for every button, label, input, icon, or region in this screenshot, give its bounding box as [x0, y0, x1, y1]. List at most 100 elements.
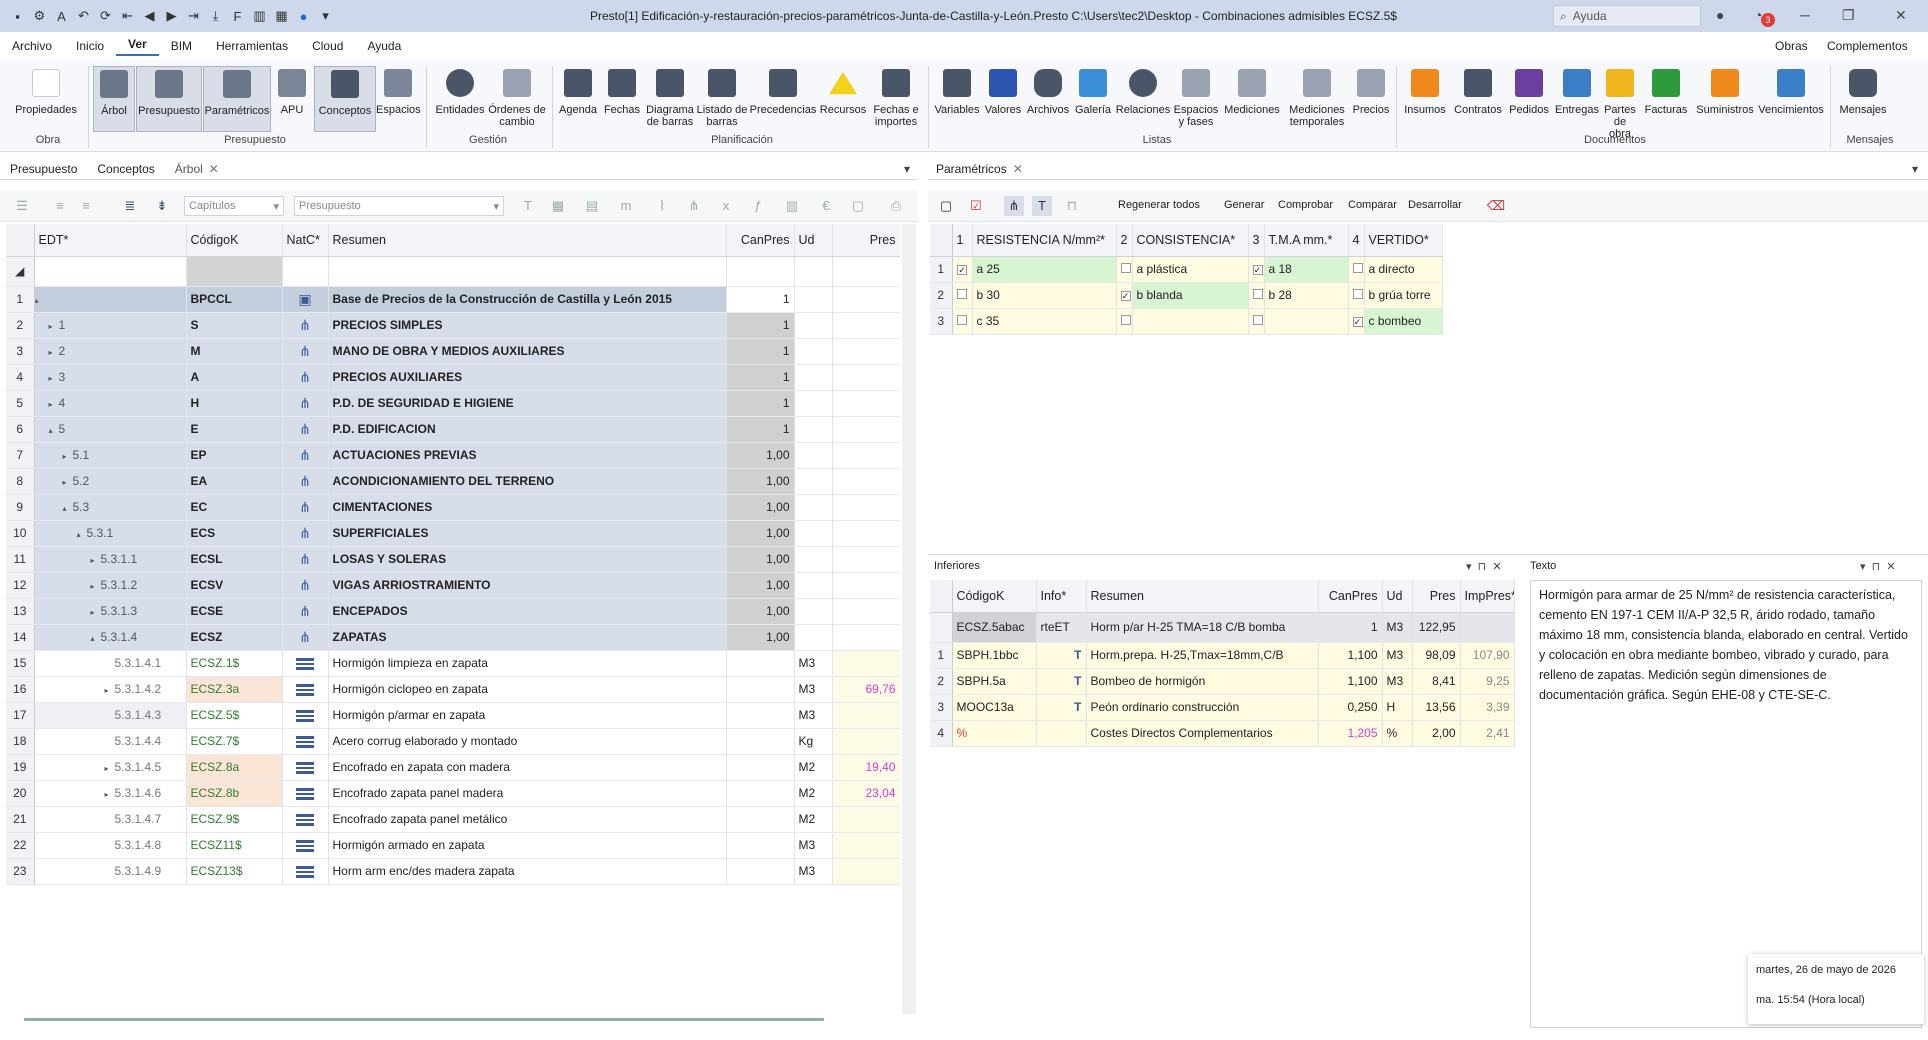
level-icon[interactable]: ≣: [120, 196, 140, 216]
grid-icon[interactable]: ▦: [548, 196, 568, 216]
cell-canpres[interactable]: [726, 676, 795, 703]
param-value[interactable]: b 28: [1264, 282, 1349, 309]
cell-resumen[interactable]: SUPERFICIALES: [328, 520, 727, 547]
inf-pres[interactable]: 8,41: [1412, 668, 1461, 695]
inf-h-codigo[interactable]: CódigoK: [952, 580, 1037, 613]
cell-canpres[interactable]: 1: [726, 364, 795, 391]
calendar-icon[interactable]: ▤: [582, 196, 602, 216]
table-row[interactable]: 6 ▴ 5 E ⋔ P.D. EDIFICACION 1: [6, 416, 900, 443]
cell-codigo[interactable]: ECSZ.1$: [186, 650, 283, 677]
cell-resumen[interactable]: P.D. EDIFICACION: [328, 416, 727, 443]
cell-pres[interactable]: [832, 624, 900, 651]
inf-code[interactable]: SBPH.1bbc: [952, 642, 1037, 669]
tab-arbol[interactable]: Árbol: [165, 162, 209, 176]
menu-obras[interactable]: Obras: [1775, 39, 1808, 53]
cell-codigo[interactable]: S: [186, 312, 283, 339]
cell-pres[interactable]: [832, 598, 900, 625]
measure-icon[interactable]: m: [616, 196, 636, 216]
table-row[interactable]: 16 ▸ 5.3.1.4.2 ECSZ.3a Hormigón ciclopeo en …: [6, 676, 900, 703]
row-number[interactable]: 3: [6, 338, 35, 365]
tool-icon[interactable]: ☰: [12, 196, 32, 216]
param-checkbox[interactable]: [952, 308, 973, 335]
col-edt[interactable]: EDT*: [34, 224, 187, 257]
cell-canpres[interactable]: [726, 806, 795, 833]
cell-codigo[interactable]: ECSZ.5$: [186, 702, 283, 729]
cell-edt[interactable]: ▸ 5.3.1.1: [34, 546, 187, 573]
cell-codigo[interactable]: E: [186, 416, 283, 443]
param-value[interactable]: a 18: [1264, 256, 1349, 283]
cell-codigo[interactable]: ECSZ.9$: [186, 806, 283, 833]
check-icon[interactable]: ☑: [966, 196, 986, 216]
param-checkbox[interactable]: [1348, 256, 1365, 283]
cell-pres[interactable]: [832, 728, 900, 755]
tab-parametricos[interactable]: Paramétricos: [928, 162, 1013, 176]
inf-ud[interactable]: M3: [1382, 668, 1413, 695]
inf-ud[interactable]: %: [1382, 720, 1413, 747]
menu-bim[interactable]: BIM: [159, 39, 204, 53]
cell-resumen[interactable]: LOSAS Y SOLERAS: [328, 546, 727, 573]
param-checkbox[interactable]: ✓: [1116, 282, 1133, 309]
cell-canpres[interactable]: 1: [726, 312, 795, 339]
cell-canpres[interactable]: 1,00: [726, 494, 795, 521]
cell-resumen[interactable]: ACONDICIONAMIENTO DEL TERRENO: [328, 468, 727, 495]
inferior-row[interactable]: 4% Costes Directos Complementarios 1,205% 2…: [930, 720, 1515, 747]
param-row-number[interactable]: 1: [930, 256, 953, 283]
print-icon[interactable]: ⎙: [886, 196, 906, 216]
comprobar-button[interactable]: Comprobar: [1278, 199, 1333, 211]
ribbon-insumos[interactable]: Insumos: [1400, 66, 1450, 132]
cell-canpres[interactable]: 1,00: [726, 442, 795, 469]
row-number[interactable]: 16: [6, 676, 35, 703]
cell-pres[interactable]: [832, 572, 900, 599]
save-icon[interactable]: ▪: [10, 9, 25, 24]
filter-canpres[interactable]: [726, 256, 795, 287]
cell-codigo[interactable]: BPCCL: [186, 286, 283, 313]
row-number[interactable]: 21: [6, 806, 35, 833]
col-codigo[interactable]: CódigoK: [186, 224, 283, 257]
row-number[interactable]: 4: [6, 364, 35, 391]
text-icon[interactable]: T: [518, 196, 538, 216]
cell-edt[interactable]: 5.3.1.4.9: [34, 858, 187, 885]
euro-icon[interactable]: €: [816, 196, 836, 216]
table-row[interactable]: 17 5.3.1.4.3 ECSZ.5$ Hormigón p/armar en za…: [6, 702, 900, 729]
table-row[interactable]: 22 5.3.1.4.8 ECSZ11$ Hormigón armado en zap…: [6, 832, 900, 859]
network-icon[interactable]: ⋔: [684, 196, 704, 216]
cell-ud[interactable]: M2: [794, 754, 833, 781]
help-search[interactable]: ⌕ Ayuda: [1553, 5, 1701, 27]
cell-canpres[interactable]: [726, 832, 795, 859]
row-number[interactable]: 22: [6, 832, 35, 859]
restore-icon[interactable]: ❐: [1842, 7, 1855, 24]
inf-pres[interactable]: 13,56: [1412, 694, 1461, 721]
cell-canpres[interactable]: 1,00: [726, 468, 795, 495]
gear-icon[interactable]: ⚙: [32, 8, 47, 24]
ribbon-diagrama[interactable]: Diagrama de barras: [644, 66, 696, 132]
cell-ud[interactable]: [794, 364, 833, 391]
param-checkbox[interactable]: ✓: [1348, 308, 1365, 335]
cell-resumen[interactable]: PRECIOS AUXILIARES: [328, 364, 727, 391]
select-presupuesto[interactable]: Presupuesto ▾: [294, 196, 504, 216]
cell-canpres[interactable]: 1,00: [726, 572, 795, 599]
cell-codigo[interactable]: ECSL: [186, 546, 283, 573]
inferior-row[interactable]: 2 SBPH.5a T Bombeo de hormigón 1,100 M3 8,41 9,…: [930, 668, 1515, 695]
param-value[interactable]: b blanda: [1132, 282, 1249, 309]
expander-icon[interactable]: ▸: [91, 556, 101, 565]
expander-icon[interactable]: ▸: [91, 582, 101, 591]
cell-ud[interactable]: [794, 598, 833, 625]
cell-pres[interactable]: 23,04: [832, 780, 900, 807]
cell-edt[interactable]: ▸ 5.3.1.4.5: [34, 754, 187, 781]
inf-code[interactable]: MOOC13a: [952, 694, 1037, 721]
cell-pres[interactable]: [832, 702, 900, 729]
param-value[interactable]: b grúa torre: [1364, 282, 1443, 309]
filter-ud[interactable]: [794, 256, 833, 287]
cell-pres[interactable]: 19,40: [832, 754, 900, 781]
param-checkbox[interactable]: [1116, 308, 1133, 335]
clipboard-icon[interactable]: ▢: [936, 196, 956, 216]
cell-resumen[interactable]: Hormigón p/armar en zapata: [328, 702, 727, 729]
cell-codigo[interactable]: ECSZ.8a: [186, 754, 283, 781]
ribbon-entidades[interactable]: Entidades: [432, 66, 488, 132]
table-row[interactable]: 13 ▸ 5.3.1.3 ECSE ⋔ ENCEPADOS 1,00: [6, 598, 900, 625]
filter-icon[interactable]: ⤓: [208, 8, 223, 24]
ribbon-precedencias[interactable]: Precedencias: [748, 66, 818, 132]
table-row[interactable]: 4 ▸ 3 A ⋔ PRECIOS AUXILIARES 1: [6, 364, 900, 391]
table-row[interactable]: 21 5.3.1.4.7 ECSZ.9$ Encofrado zapata panel…: [6, 806, 900, 833]
expander-icon[interactable]: ▴: [63, 504, 73, 513]
